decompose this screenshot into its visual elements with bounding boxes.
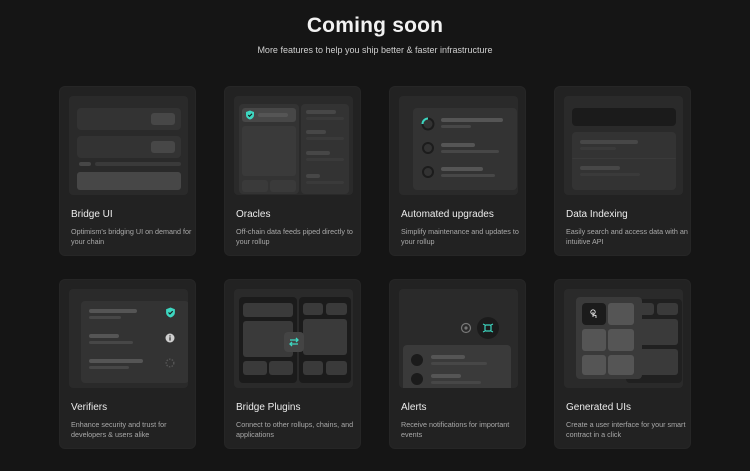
feature-card-data-indexing[interactable]: Data Indexing Easily search and access d… [554,86,691,256]
feature-card-generated-uis[interactable]: Generated UIs Create a user interface fo… [554,279,691,449]
feature-card-bridge-plugins[interactable]: Bridge Plugins Connect to other rollups,… [224,279,361,449]
bridge-ui-preview [69,96,188,195]
feature-description: Connect to other rollups, chains, and ap… [236,420,354,439]
oracles-preview [234,96,353,195]
feature-description: Simplify maintenance and updates to your… [401,227,519,246]
feature-description: Off-chain data feeds piped directly to y… [236,227,353,246]
info-icon [165,333,175,343]
feature-description: Create a user interface for your smart c… [566,420,686,439]
shield-check-icon [246,110,254,120]
feature-name: Generated UIs [566,402,632,413]
feature-name: Oracles [236,209,271,220]
feature-name: Alerts [401,402,427,413]
status-ring-icon [422,142,434,154]
verifiers-preview [69,289,188,388]
loading-spinner-icon [165,358,175,368]
bug-alert-icon [482,323,494,333]
swap-arrows-icon [289,337,299,347]
shield-check-icon [166,307,175,318]
feature-name: Data Indexing [566,209,628,220]
page-subtitle: More features to help you ship better & … [257,45,493,55]
generated-uis-preview [564,289,683,388]
feature-name: Automated upgrades [401,209,494,220]
bridge-plugins-preview [234,289,353,388]
feature-card-automated-upgrades[interactable]: Automated upgrades Simplify maintenance … [389,86,526,256]
feature-card-verifiers[interactable]: Verifiers Enhance security and trust for… [59,279,196,449]
settings-icon [460,322,472,334]
feature-description: Easily search and access data with an in… [566,227,688,246]
feature-name: Verifiers [71,402,108,413]
feature-card-alerts[interactable]: Alerts Receive notifications for importa… [389,279,526,449]
page-title: Coming soon [306,14,444,37]
feature-description: Optimism's bridging UI on demand for you… [71,227,192,246]
data-indexing-preview [564,96,683,195]
feature-card-oracles[interactable]: Oracles Off-chain data feeds piped direc… [224,86,361,256]
automated-upgrades-preview [399,96,518,195]
feature-description: Enhance security and trust for developer… [71,420,167,439]
loading-spinner-icon [421,117,435,131]
feature-card-bridge-ui[interactable]: Bridge UI Optimism's bridging UI on dema… [59,86,196,256]
tap-hand-icon [590,309,597,318]
feature-name: Bridge Plugins [236,402,301,413]
status-ring-icon [422,166,434,178]
alerts-preview [399,289,518,388]
feature-description: Receive notifications for important even… [401,420,510,439]
feature-name: Bridge UI [71,209,113,220]
